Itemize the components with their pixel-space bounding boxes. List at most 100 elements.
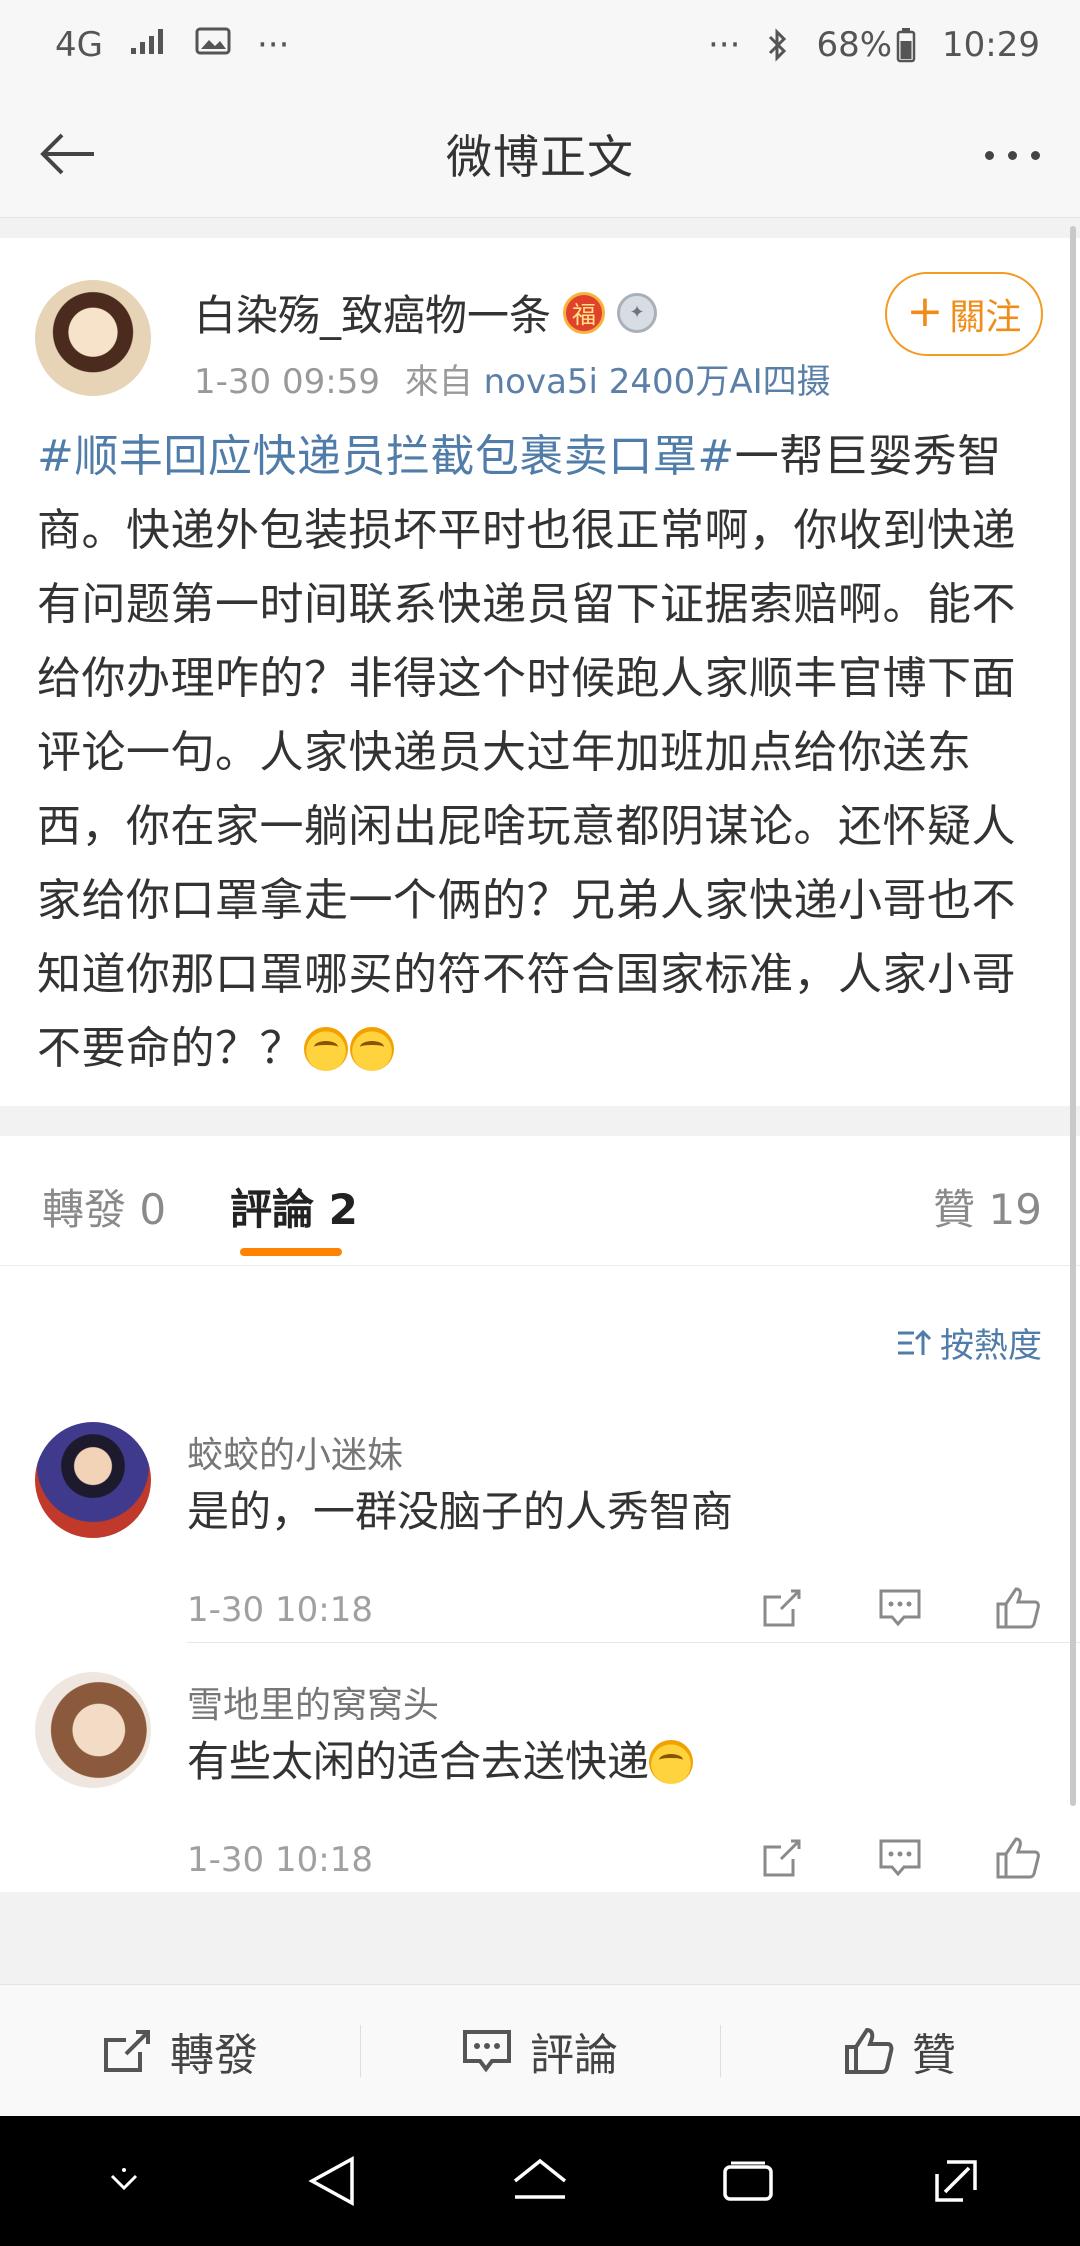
post-tabs: 轉發 0 評論 2 贊 19: [0, 1136, 1080, 1266]
thumbs-up-icon: [996, 1587, 1040, 1629]
comment-label: 評論: [530, 2029, 618, 2081]
back-button[interactable]: [28, 114, 108, 194]
share-icon: [104, 2029, 150, 2072]
comment-button[interactable]: 評論: [360, 1985, 720, 2116]
sort-icon: [898, 1329, 932, 1355]
dot-icon: [1030, 150, 1040, 160]
image-icon: [195, 25, 231, 65]
fu-badge-icon[interactable]: 福: [563, 291, 606, 334]
clock: 10:29: [942, 25, 1040, 65]
tab-repost[interactable]: 轉發 0: [42, 1176, 166, 1237]
scrollbar[interactable]: [1070, 226, 1076, 1806]
repost-button[interactable]: 轉發: [0, 1985, 360, 2116]
battery-percent: 68%: [816, 25, 893, 65]
reply-comment-button[interactable]: [876, 1584, 924, 1632]
like-label: 贊: [912, 2029, 956, 2081]
chevron-down-icon: [110, 2168, 138, 2191]
comment-time: 1-30 10:18: [187, 1590, 373, 1630]
status-bar: 4G ··· ··· 68% 10:29: [0, 0, 1080, 90]
system-recents-button[interactable]: [713, 2146, 783, 2216]
back-arrow-icon: [40, 133, 94, 175]
share-icon: [763, 1589, 801, 1627]
like-button[interactable]: 贊: [720, 1985, 1080, 2116]
post-card: 白染殇_致癌物一条 福 ✦ 1-30 09:59 來自 nova5i 2400万…: [0, 238, 1080, 1106]
status-more: ···: [256, 25, 290, 65]
author-name[interactable]: 白染殇_致癌物一条: [194, 282, 551, 343]
commenter-avatar[interactable]: [35, 1422, 151, 1538]
sort-label: 按熱度: [940, 1326, 1042, 1366]
hide-nav-button[interactable]: [89, 2146, 159, 2216]
sort-toggle[interactable]: 按熱度: [896, 1318, 1042, 1367]
post-body-text: 一帮巨婴秀智商。快递外包装损坏平时也很正常啊，你收到快递有问题第一时间联系快递员…: [37, 431, 1016, 1074]
commenter-name[interactable]: 雪地里的窝窝头: [187, 1676, 439, 1728]
hashtag-link[interactable]: #顺丰回应快递员拦截包裹卖口罩#: [37, 431, 735, 482]
source-prefix: 來自: [404, 362, 473, 402]
more-options-button[interactable]: [972, 120, 1052, 190]
comment-text: 有些太闲的适合去送快递: [187, 1728, 695, 1789]
comment-time: 1-30 10:18: [187, 1840, 373, 1880]
comment-list: 按熱度 蛟蛟的小迷妹 是的，一群没脑子的人秀智商 1-30 10:18 雪地里的…: [0, 1266, 1080, 1892]
post-meta: 1-30 09:59 來自 nova5i 2400万AI四摄: [194, 354, 831, 403]
grin-emoji-icon: [350, 1027, 394, 1071]
status-left: 4G ···: [55, 25, 289, 65]
post-date: 1-30 09:59: [194, 362, 380, 402]
comment-divider: [187, 1642, 1080, 1643]
share-icon: [763, 1839, 801, 1877]
repost-comment-button[interactable]: [758, 1834, 806, 1882]
comment-text-body: 有些太闲的适合去送快递: [187, 1737, 650, 1786]
tab-repost-label: 轉發: [42, 1185, 127, 1234]
signal-icon: [129, 25, 169, 65]
author-avatar[interactable]: [35, 280, 151, 396]
home-icon: [513, 2158, 567, 2199]
triangle-back-icon: [308, 2156, 354, 2206]
tab-comments-label: 評論: [230, 1185, 315, 1234]
nav-bar: 微博正文: [0, 90, 1080, 218]
active-tab-indicator: [240, 1248, 342, 1256]
system-home-button[interactable]: [505, 2146, 575, 2216]
tab-likes-count: 19: [988, 1185, 1042, 1234]
post-body: #顺丰回应快递员拦截包裹卖口罩#一帮巨婴秀智商。快递外包装损坏平时也很正常啊，你…: [37, 420, 1047, 1086]
tab-likes[interactable]: 贊 19: [933, 1176, 1042, 1237]
repost-label: 轉發: [170, 2029, 258, 2081]
commenter-avatar[interactable]: [35, 1672, 151, 1788]
like-comment-button[interactable]: [994, 1584, 1042, 1632]
network-indicator: 4G: [55, 25, 103, 65]
battery-icon: [896, 27, 916, 63]
author-line: 白染殇_致癌物一条 福 ✦: [194, 282, 658, 343]
reply-comment-button[interactable]: [876, 1834, 924, 1882]
like-comment-button[interactable]: [994, 1834, 1042, 1882]
comment-icon: [879, 1589, 921, 1627]
comment-icon: [463, 2029, 511, 2072]
tab-repost-count: 0: [139, 1185, 167, 1234]
tab-comments[interactable]: 評論 2: [230, 1176, 358, 1237]
follow-label: 關注: [949, 297, 1022, 338]
status-right: ··· 68% 10:29: [708, 25, 1040, 65]
post-device[interactable]: nova5i 2400万AI四摄: [484, 362, 831, 402]
bluetooth-icon: [766, 27, 790, 63]
comment-icon: [879, 1839, 921, 1877]
dot-icon: [984, 150, 994, 160]
tab-likes-label: 贊: [933, 1185, 976, 1234]
thumbs-up-icon: [996, 1837, 1040, 1879]
plus-icon: +: [906, 286, 944, 337]
system-nav-bar: [0, 2116, 1080, 2246]
comment-actions: [758, 1584, 1042, 1632]
follow-button[interactable]: + 關注: [885, 272, 1043, 356]
laugh-emoji-icon: [649, 1740, 694, 1784]
system-expand-button[interactable]: [921, 2146, 991, 2216]
dot-icon: [1007, 150, 1017, 160]
commenter-name[interactable]: 蛟蛟的小迷妹: [187, 1426, 403, 1478]
tab-comments-count: 2: [328, 1185, 358, 1234]
comment-text: 是的，一群没脑子的人秀智商: [187, 1487, 734, 1536]
thumbs-up-icon: [845, 2027, 894, 2074]
status-right-more: ···: [708, 25, 741, 65]
medal-badge-icon[interactable]: ✦: [617, 292, 658, 333]
system-back-button[interactable]: [297, 2146, 367, 2216]
page-title: 微博正文: [446, 129, 634, 184]
repost-comment-button[interactable]: [758, 1584, 806, 1632]
expand-icon: [935, 2160, 977, 2202]
grin-emoji-icon: [304, 1027, 348, 1071]
post-action-bar: 轉發 評論 贊: [0, 1984, 1080, 2116]
recents-icon: [723, 2161, 773, 2201]
comment-actions: [758, 1834, 1042, 1882]
